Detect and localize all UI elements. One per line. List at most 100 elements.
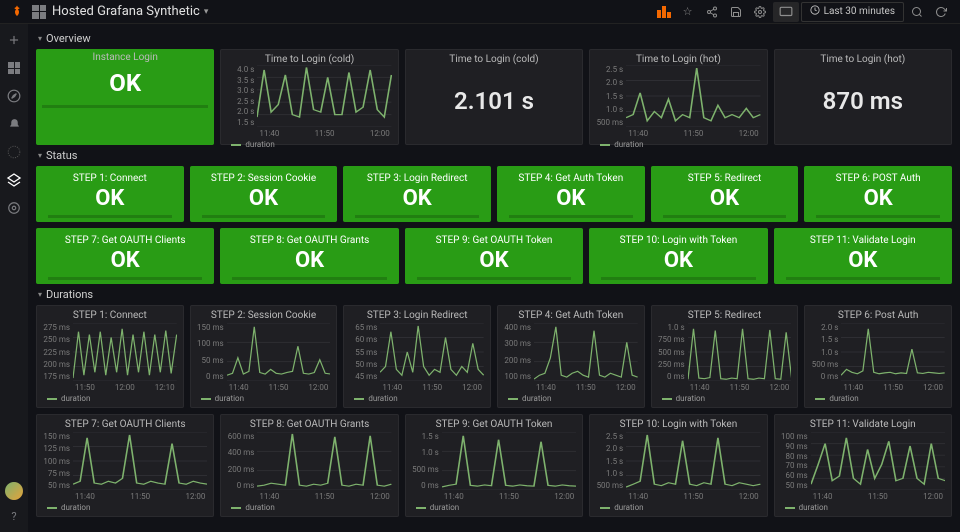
duration-panel-step-1[interactable]: STEP 1: Connect 275 ms250 ms225 ms200 ms… — [36, 305, 184, 408]
legend-label: duration — [614, 140, 643, 149]
legend-swatch — [815, 398, 825, 400]
row-overview-toggle[interactable]: ▾ Overview — [36, 28, 952, 49]
panel-title: STEP 8: Get OAUTH Grants — [227, 419, 391, 432]
cycle-view-icon[interactable] — [653, 2, 675, 22]
legend-swatch — [416, 507, 426, 509]
legend-swatch — [785, 507, 795, 509]
status-panel-step-1[interactable]: STEP 1: Connect OK — [36, 166, 184, 222]
legend-swatch — [231, 144, 241, 146]
row-durations-toggle[interactable]: ▾ Durations — [36, 284, 952, 305]
panel-title: STEP 2: Session Cookie — [197, 310, 331, 323]
status-panel-step-6[interactable]: STEP 6: POST Auth OK — [804, 166, 952, 222]
legend-label: duration — [61, 503, 90, 512]
dashboard-title[interactable]: Hosted Grafana Synthetic — [52, 4, 200, 19]
status-panel-step-7[interactable]: STEP 7: Get OAUTH Clients OK — [36, 228, 214, 284]
user-avatar[interactable] — [5, 482, 23, 500]
legend-label: duration — [215, 394, 244, 403]
chevron-down-icon: ▾ — [38, 290, 42, 299]
sidebar-item-world[interactable] — [4, 142, 24, 162]
panel-value: OK — [780, 246, 946, 277]
sidebar-item-dashboards[interactable] — [4, 58, 24, 78]
clock-icon — [810, 5, 820, 18]
panel-value: OK — [349, 184, 485, 215]
sidebar-item-create[interactable] — [4, 30, 24, 50]
settings-icon[interactable] — [749, 2, 771, 22]
legend-swatch — [47, 398, 57, 400]
status-panel-step-3[interactable]: STEP 3: Login Redirect OK — [343, 166, 491, 222]
spark-bar — [509, 215, 633, 218]
status-panel-step-8[interactable]: STEP 8: Get OAUTH Grants OK — [220, 228, 398, 284]
duration-panel-step-7[interactable]: STEP 7: Get OAUTH Clients 150 ms125 ms10… — [36, 414, 214, 517]
duration-panel-step-11[interactable]: STEP 11: Validate Login 100 ms90 ms80 ms… — [774, 414, 952, 517]
status-panel-step-2[interactable]: STEP 2: Session Cookie OK — [190, 166, 338, 222]
duration-panel-step-4[interactable]: STEP 4: Get Auth Token 400 ms300 ms200 m… — [497, 305, 645, 408]
sidebar-item-config[interactable] — [4, 198, 24, 218]
duration-panel-step-3[interactable]: STEP 3: Login Redirect 65 ms60 ms55 ms50… — [343, 305, 491, 408]
grafana-logo-icon[interactable] — [8, 3, 26, 21]
legend-swatch — [47, 507, 57, 509]
star-icon[interactable]: ☆ — [677, 2, 699, 22]
panel-value: OK — [411, 246, 577, 277]
chart: 2.0 s1.5 s1.0 s500 ms0 ms — [811, 323, 945, 381]
panel-title: STEP 8: Get OAUTH Grants — [226, 232, 392, 246]
panel-value: OK — [503, 184, 639, 215]
panel-title: Time to Login (hot) — [781, 54, 945, 65]
duration-panel-step-5[interactable]: STEP 5: Redirect 1.0 s750 ms500 ms250 ms… — [651, 305, 799, 408]
duration-panel-step-10[interactable]: STEP 10: Login with Token 2.5 s2.0 s1.5 … — [589, 414, 767, 517]
chart: 65 ms60 ms55 ms50 ms45 ms — [350, 323, 484, 381]
presentation-mode-icon[interactable] — [773, 2, 799, 22]
legend-label: duration — [522, 394, 551, 403]
panel-title: STEP 6: Post Auth — [811, 310, 945, 323]
status-panel-step-9[interactable]: STEP 9: Get OAUTH Token OK — [405, 228, 583, 284]
panel-title: STEP 1: Connect — [42, 170, 178, 184]
time-range-label: Last 30 minutes — [824, 6, 895, 17]
panel-title: STEP 7: Get OAUTH Clients — [43, 419, 207, 432]
legend-swatch — [508, 398, 518, 400]
dashboards-icon[interactable] — [32, 5, 46, 19]
legend-label: duration — [430, 503, 459, 512]
panel-value: 870 ms — [781, 65, 945, 137]
sidebar-item-explore[interactable] — [4, 86, 24, 106]
duration-panel-step-2[interactable]: STEP 2: Session Cookie 150 ms100 ms50 ms… — [190, 305, 338, 408]
duration-panel-step-6[interactable]: STEP 6: Post Auth 2.0 s1.5 s1.0 s500 ms0… — [804, 305, 952, 408]
row-status-title: Status — [46, 149, 77, 162]
status-panel-step-11[interactable]: STEP 11: Validate Login OK — [774, 228, 952, 284]
help-icon[interactable]: ? — [4, 506, 24, 526]
legend-swatch — [600, 507, 610, 509]
panel-time-login-cold-value[interactable]: Time to Login (cold) 2.101 s — [405, 49, 583, 145]
status-panel-step-5[interactable]: STEP 5: Redirect OK — [651, 166, 799, 222]
panel-title: STEP 3: Login Redirect — [350, 310, 484, 323]
status-panel-step-10[interactable]: STEP 10: Login with Token OK — [589, 228, 767, 284]
legend-swatch — [662, 398, 672, 400]
chart: 150 ms100 ms50 ms0 ms — [197, 323, 331, 381]
panel-title: STEP 7: Get OAUTH Clients — [42, 232, 208, 246]
duration-panel-step-9[interactable]: STEP 9: Get OAUTH Token 1.5 s1.0 s500 ms… — [405, 414, 583, 517]
legend-label: duration — [799, 503, 828, 512]
share-icon[interactable] — [701, 2, 723, 22]
zoom-out-icon[interactable] — [906, 2, 928, 22]
panel-value: OK — [42, 246, 208, 277]
panel-title: STEP 5: Redirect — [658, 310, 792, 323]
panel-title: STEP 10: Login with Token — [595, 232, 761, 246]
panel-time-login-hot-value[interactable]: Time to Login (hot) 870 ms — [774, 49, 952, 145]
chevron-down-icon[interactable]: ▾ — [204, 7, 209, 17]
panel-title: STEP 4: Get Auth Token — [504, 310, 638, 323]
chart: 275 ms250 ms225 ms200 ms175 ms — [43, 323, 177, 381]
refresh-icon[interactable] — [930, 2, 952, 22]
save-icon[interactable] — [725, 2, 747, 22]
panel-title: Time to Login (cold) — [227, 54, 391, 65]
duration-panel-step-8[interactable]: STEP 8: Get OAUTH Grants 600 ms400 ms200… — [220, 414, 398, 517]
legend-label: duration — [829, 394, 858, 403]
panel-title: STEP 3: Login Redirect — [349, 170, 485, 184]
time-picker[interactable]: Last 30 minutes — [801, 2, 904, 22]
legend-swatch — [231, 507, 241, 509]
panel-time-login-hot-chart[interactable]: Time to Login (hot) 2.5 s2.0 s1.5 s1.0 s… — [589, 49, 767, 145]
sidebar-item-alerting[interactable] — [4, 114, 24, 134]
sidebar-item-synthetic[interactable] — [4, 170, 24, 190]
panel-time-login-cold-chart[interactable]: Time to Login (cold) 4.0 s3.5 s3.0 s2.5 … — [220, 49, 398, 145]
panel-title: STEP 9: Get OAUTH Token — [412, 419, 576, 432]
panel-instance-login[interactable]: Instance Login OK — [36, 49, 214, 145]
status-panel-step-4[interactable]: STEP 4: Get Auth Token OK — [497, 166, 645, 222]
spark-bar — [48, 215, 172, 218]
row-status-toggle[interactable]: ▾ Status — [36, 145, 952, 166]
